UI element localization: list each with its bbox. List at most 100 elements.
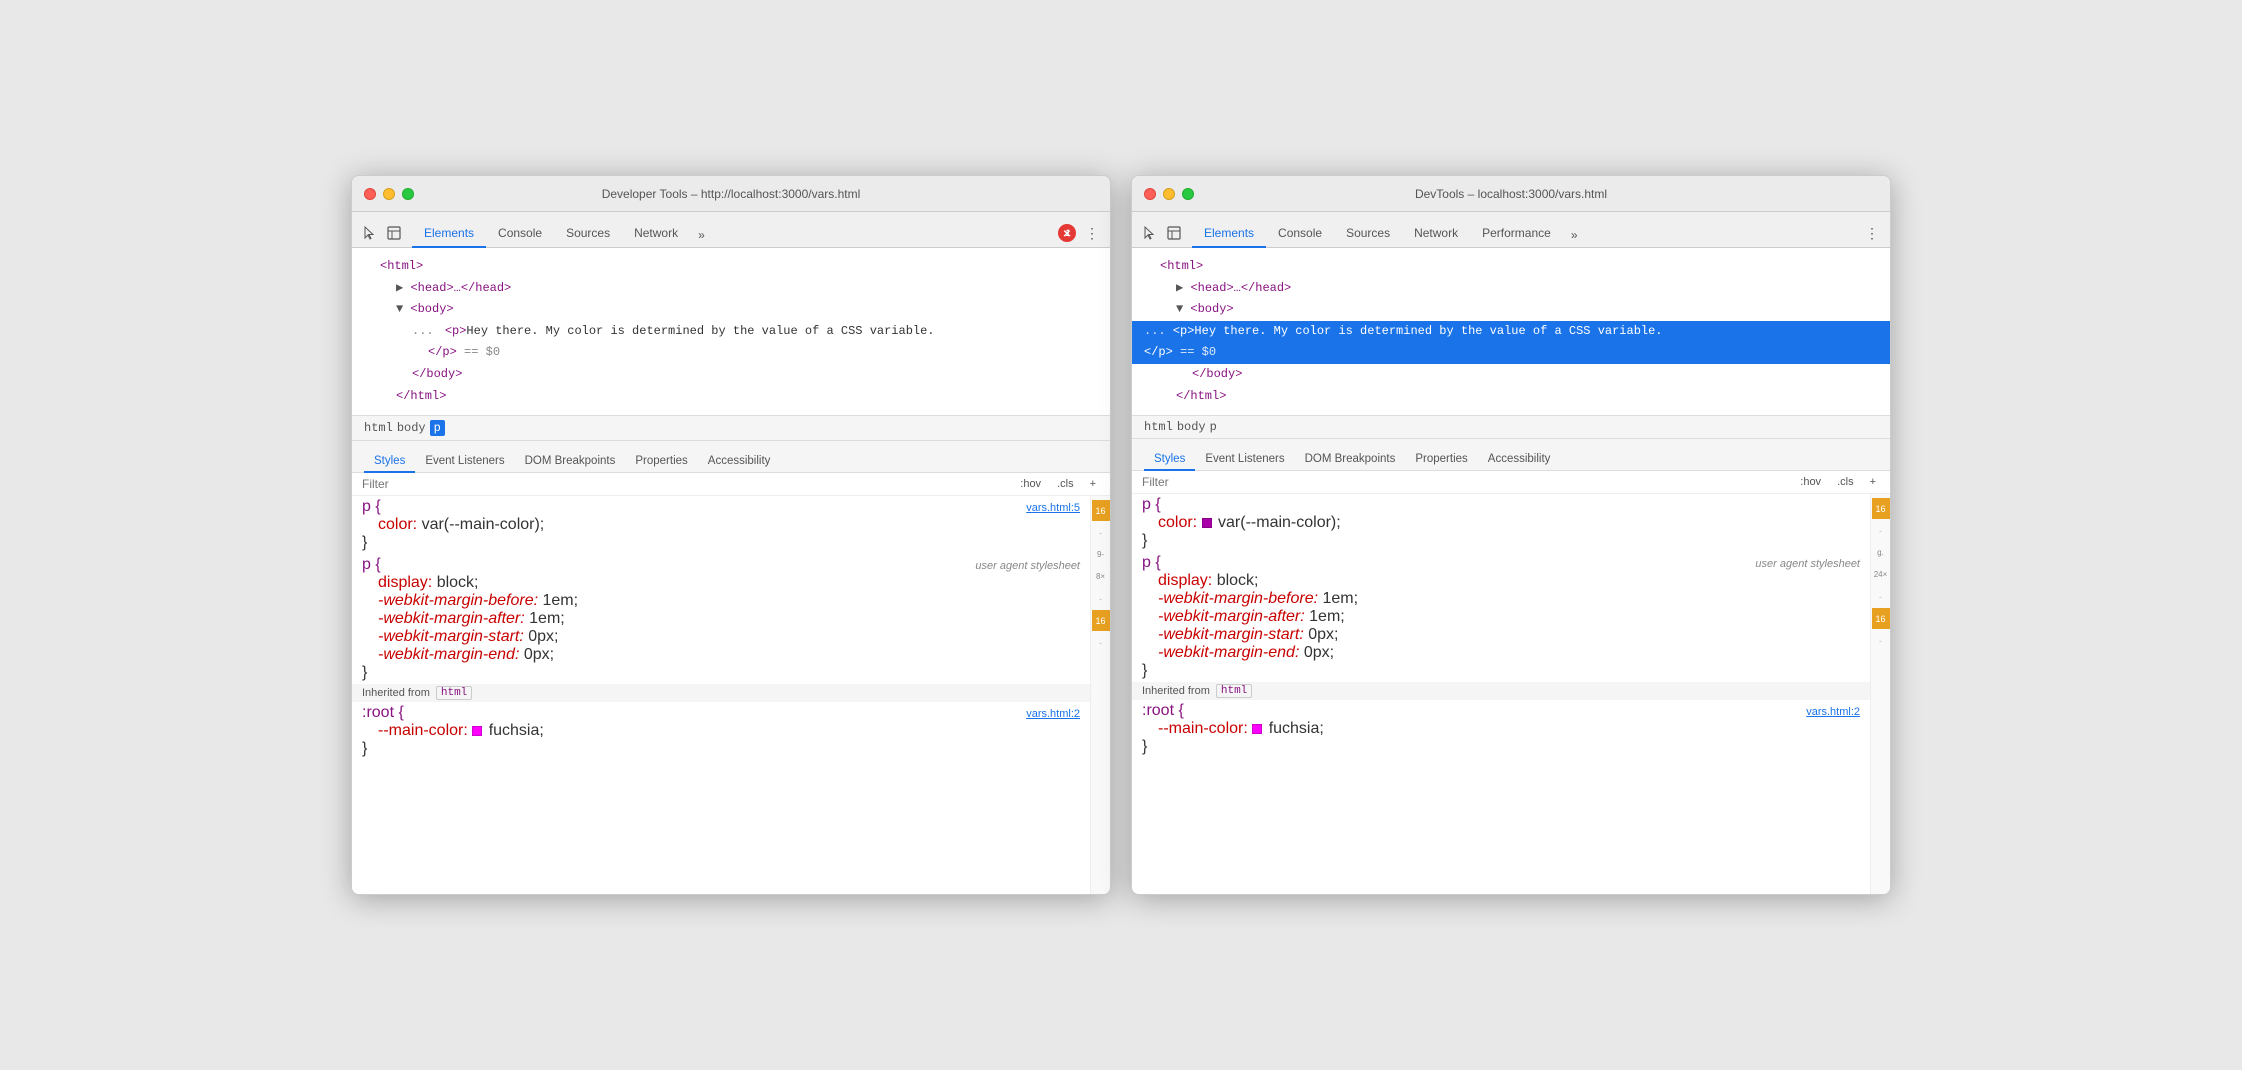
inspect-icon[interactable] xyxy=(384,223,404,243)
right-breadcrumb-body[interactable]: body xyxy=(1177,420,1206,434)
right-rule-prop-main-color[interactable]: --main-color: fuchsia; xyxy=(1142,720,1860,738)
panel-tab-properties[interactable]: Properties xyxy=(625,451,697,473)
right-panel-tab-accessibility[interactable]: Accessibility xyxy=(1478,449,1561,471)
cls-button[interactable]: .cls xyxy=(1053,477,1078,491)
cursor-icon[interactable] xyxy=(360,223,380,243)
panel-tab-styles[interactable]: Styles xyxy=(364,451,415,473)
rule-prop-display[interactable]: display: block; xyxy=(362,574,1080,592)
right-more-icon[interactable]: ⋮ xyxy=(1862,223,1882,243)
dom-p-line[interactable]: ... <p>Hey there. My color is determined… xyxy=(364,321,1098,343)
dom-head[interactable]: ▶ <head>…</head> xyxy=(364,278,1098,300)
right-rule-prop-webkit-start[interactable]: -webkit-margin-start: 0px; xyxy=(1142,626,1860,644)
right-minimize-button[interactable] xyxy=(1163,188,1175,200)
rule-selector-1[interactable]: p { xyxy=(362,498,381,516)
right-rule-selector-2[interactable]: p { xyxy=(1142,554,1161,572)
tab-more[interactable]: » xyxy=(690,222,713,248)
right-rule-selector-1[interactable]: p { xyxy=(1142,496,1161,514)
right-dom-body-close[interactable]: </body> xyxy=(1144,364,1878,386)
rule-source-1[interactable]: vars.html:5 xyxy=(1026,502,1080,514)
maximize-button[interactable] xyxy=(402,188,414,200)
left-filter-input[interactable] xyxy=(362,477,1008,491)
dom-body[interactable]: ▼ <body> xyxy=(364,299,1098,321)
add-button[interactable]: + xyxy=(1086,477,1100,491)
right-color-swatch-fuchsia[interactable] xyxy=(1252,724,1262,734)
right-dom-p-close[interactable]: </p> == $0 xyxy=(1132,342,1890,364)
breadcrumb-html[interactable]: html xyxy=(364,421,393,435)
window-title: Developer Tools – http://localhost:3000/… xyxy=(602,187,861,201)
dom-body-close[interactable]: </body> xyxy=(364,364,1098,386)
right-tab-more[interactable]: » xyxy=(1563,222,1586,248)
right-dom-html-close[interactable]: </html> xyxy=(1144,386,1878,408)
right-ind-16-2: 16 xyxy=(1872,608,1890,629)
right-cls-button[interactable]: .cls xyxy=(1833,475,1858,489)
more-icon[interactable]: ⋮ xyxy=(1082,223,1102,243)
rule-source-root[interactable]: vars.html:2 xyxy=(1026,708,1080,720)
right-tab-performance[interactable]: Performance xyxy=(1470,220,1563,248)
right-rule-prop-webkit-end[interactable]: -webkit-margin-end: 0px; xyxy=(1142,644,1860,662)
tab-elements[interactable]: Elements xyxy=(412,220,486,248)
right-panel-tab-event-listeners[interactable]: Event Listeners xyxy=(1195,449,1294,471)
right-cursor-icon[interactable] xyxy=(1140,223,1160,243)
color-swatch-fuchsia[interactable] xyxy=(472,726,482,736)
right-breadcrumb-html[interactable]: html xyxy=(1144,420,1173,434)
right-inherited-tag[interactable]: html xyxy=(1216,684,1252,698)
right-filter-input[interactable] xyxy=(1142,475,1788,489)
tab-sources[interactable]: Sources xyxy=(554,220,622,248)
right-inspect-icon[interactable] xyxy=(1164,223,1184,243)
breadcrumb-body[interactable]: body xyxy=(397,421,426,435)
right-tab-icons xyxy=(1140,223,1184,247)
right-tab-sources[interactable]: Sources xyxy=(1334,220,1402,248)
right-ind-dash-2: - xyxy=(1872,586,1890,607)
right-dom-head[interactable]: ▶ <head>…</head> xyxy=(1144,278,1878,300)
right-hov-button[interactable]: :hov xyxy=(1796,475,1825,489)
inherited-tag[interactable]: html xyxy=(436,686,472,700)
hov-button[interactable]: :hov xyxy=(1016,477,1045,491)
right-rule-source-2: user agent stylesheet xyxy=(1755,558,1860,570)
right-panel-tab-styles[interactable]: Styles xyxy=(1144,449,1195,471)
dom-p-close[interactable]: </p> == $0 xyxy=(364,342,1098,364)
right-rule-prop-display[interactable]: display: block; xyxy=(1142,572,1860,590)
left-devtools-window: Developer Tools – http://localhost:3000/… xyxy=(351,175,1111,895)
right-styles-panel: :hov .cls + p { color: var(--main-color)… xyxy=(1132,471,1890,894)
left-panel-tabs: Styles Event Listeners DOM Breakpoints P… xyxy=(352,441,1110,473)
dom-html-close[interactable]: </html> xyxy=(364,386,1098,408)
right-color-swatch[interactable] xyxy=(1202,518,1212,528)
right-breadcrumb-p[interactable]: p xyxy=(1210,420,1217,434)
rule-prop-webkit-start[interactable]: -webkit-margin-start: 0px; xyxy=(362,628,1080,646)
rule-selector-2[interactable]: p { xyxy=(362,556,381,574)
right-panel-tab-dom-breakpoints[interactable]: DOM Breakpoints xyxy=(1295,449,1406,471)
tab-console[interactable]: Console xyxy=(486,220,554,248)
right-tab-console[interactable]: Console xyxy=(1266,220,1334,248)
right-dom-p-line[interactable]: ... <p>Hey there. My color is determined… xyxy=(1132,321,1890,343)
right-dom-html[interactable]: <html> xyxy=(1144,256,1878,278)
right-maximize-button[interactable] xyxy=(1182,188,1194,200)
right-rule-selector-root[interactable]: :root { xyxy=(1142,702,1184,720)
right-rule-source-root[interactable]: vars.html:2 xyxy=(1806,706,1860,718)
right-dom-body[interactable]: ▼ <body> xyxy=(1144,299,1878,321)
rule-prop-main-color[interactable]: --main-color: fuchsia; xyxy=(362,722,1080,740)
rule-prop-color[interactable]: color: var(--main-color); xyxy=(362,516,1080,534)
dom-html[interactable]: <html> xyxy=(364,256,1098,278)
rule-prop-webkit-before[interactable]: -webkit-margin-before: 1em; xyxy=(362,592,1080,610)
right-rule-prop-color[interactable]: color: var(--main-color); xyxy=(1142,514,1860,532)
right-tab-network[interactable]: Network xyxy=(1402,220,1470,248)
panel-tab-accessibility[interactable]: Accessibility xyxy=(698,451,781,473)
rule-prop-webkit-end[interactable]: -webkit-margin-end: 0px; xyxy=(362,646,1080,664)
right-panel-tab-properties[interactable]: Properties xyxy=(1405,449,1477,471)
panel-tab-event-listeners[interactable]: Event Listeners xyxy=(415,451,514,473)
right-add-button[interactable]: + xyxy=(1866,475,1880,489)
filter-actions: :hov .cls + xyxy=(1016,477,1100,491)
close-button[interactable] xyxy=(364,188,376,200)
panel-tab-dom-breakpoints[interactable]: DOM Breakpoints xyxy=(515,451,626,473)
minimize-button[interactable] xyxy=(383,188,395,200)
breadcrumb-p[interactable]: p xyxy=(430,420,445,436)
right-tab-elements[interactable]: Elements xyxy=(1192,220,1266,248)
tab-network[interactable]: Network xyxy=(622,220,690,248)
right-ind-dash-3: - xyxy=(1872,630,1890,651)
rule-prop-webkit-after[interactable]: -webkit-margin-after: 1em; xyxy=(362,610,1080,628)
styles-wrapper: p { vars.html:5 color: var(--main-color)… xyxy=(352,496,1110,894)
right-rule-prop-webkit-after[interactable]: -webkit-margin-after: 1em; xyxy=(1142,608,1860,626)
right-close-button[interactable] xyxy=(1144,188,1156,200)
rule-selector-root[interactable]: :root { xyxy=(362,704,404,722)
right-rule-prop-webkit-before[interactable]: -webkit-margin-before: 1em; xyxy=(1142,590,1860,608)
